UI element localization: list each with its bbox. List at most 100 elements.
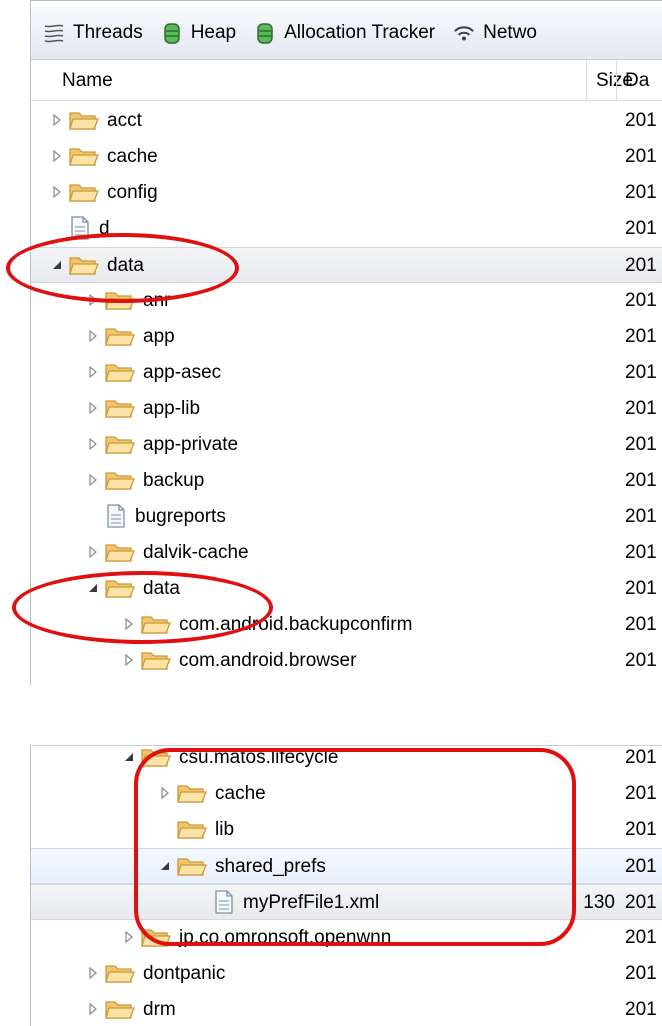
tree-row[interactable]: cache 201 <box>31 139 662 175</box>
file-icon <box>105 504 135 528</box>
folder-icon <box>105 468 135 492</box>
tree-row-label: data <box>107 255 144 276</box>
tree-row[interactable]: com.android.backupconfirm 201 <box>31 607 662 643</box>
tree-row[interactable]: data 201 <box>31 247 662 283</box>
tree-row-label: drm <box>143 999 176 1020</box>
tree-row[interactable]: app-private 201 <box>31 427 662 463</box>
tree-row[interactable]: app 201 <box>31 319 662 355</box>
expand-arrow-icon[interactable] <box>123 930 135 944</box>
tab-threads[interactable]: Threads <box>43 21 143 45</box>
tree-row[interactable]: d 201 <box>31 211 662 247</box>
column-date[interactable]: Da <box>625 70 649 92</box>
tree-row[interactable]: shared_prefs 201 <box>31 848 662 884</box>
tree-row-label: csu.matos.lifecycle <box>179 747 339 768</box>
tree-row[interactable]: myPrefFile1.xml 130 201 <box>31 884 662 920</box>
expand-arrow-icon[interactable] <box>87 1002 99 1016</box>
collapse-arrow-icon[interactable] <box>51 258 63 272</box>
expand-arrow-icon[interactable] <box>87 329 99 343</box>
tree-row-date: 201 <box>625 434 657 455</box>
tree-row-label: com.android.browser <box>179 650 357 671</box>
expand-arrow-icon[interactable] <box>87 293 99 307</box>
network-icon <box>453 21 475 45</box>
tree-row-date: 201 <box>625 218 657 239</box>
file-explorer-top: Threads Heap Allocation Tracker Netwo Na… <box>30 0 662 685</box>
tab-heap-label: Heap <box>190 22 237 43</box>
tree-row-date: 201 <box>625 362 657 383</box>
expand-arrow-icon[interactable] <box>87 437 99 451</box>
folder-icon <box>177 781 207 805</box>
expand-arrow-icon[interactable] <box>87 545 99 559</box>
tree-row-label: config <box>107 182 158 203</box>
tab-network[interactable]: Netwo <box>453 21 537 45</box>
tree-row[interactable]: backup 201 <box>31 463 662 499</box>
ddms-toolbar: Threads Heap Allocation Tracker Netwo <box>31 7 662 60</box>
tree-row[interactable]: acct 201 <box>31 103 662 139</box>
expand-arrow-icon[interactable] <box>51 113 63 127</box>
folder-icon <box>141 612 171 636</box>
tree-row-label: app-asec <box>143 362 222 383</box>
column-header: Name Size Da <box>31 60 662 101</box>
collapse-arrow-icon[interactable] <box>159 859 171 873</box>
tree-row-date: 201 <box>625 110 657 131</box>
tree-row[interactable]: dontpanic 201 <box>31 956 662 992</box>
folder-icon <box>177 854 207 878</box>
collapse-arrow-icon[interactable] <box>87 581 99 595</box>
tree-row-label: backup <box>143 470 205 491</box>
tree-row-label: myPrefFile1.xml <box>243 892 380 913</box>
tree-row-date: 201 <box>625 542 657 563</box>
expand-arrow-icon[interactable] <box>87 365 99 379</box>
column-divider[interactable] <box>616 60 617 100</box>
expand-arrow-icon[interactable] <box>87 473 99 487</box>
tree-row[interactable]: com.android.browser 201 <box>31 643 662 679</box>
tab-allocation-tracker-label: Allocation Tracker <box>284 22 436 43</box>
folder-icon <box>105 324 135 348</box>
expand-arrow-icon[interactable] <box>87 966 99 980</box>
expand-arrow-icon[interactable] <box>51 185 63 199</box>
folder-icon <box>69 253 99 277</box>
tree-row[interactable]: csu.matos.lifecycle 201 <box>31 746 662 776</box>
tree-row[interactable]: drm 201 <box>31 992 662 1026</box>
tree-row-label: jp.co.omronsoft.openwnn <box>179 927 392 948</box>
tree-row-label: cache <box>107 146 158 167</box>
expand-arrow-icon[interactable] <box>51 149 63 163</box>
tree-row[interactable]: data 201 <box>31 571 662 607</box>
expand-arrow-icon[interactable] <box>87 401 99 415</box>
tab-allocation-tracker[interactable]: Allocation Tracker <box>254 21 435 45</box>
column-name[interactable]: Name <box>62 70 113 92</box>
tree-row-date: 201 <box>625 999 657 1020</box>
folder-icon <box>69 180 99 204</box>
column-divider[interactable] <box>586 60 587 100</box>
expand-arrow-icon[interactable] <box>123 617 135 631</box>
tree-row[interactable]: config 201 <box>31 175 662 211</box>
tree-row-label: acct <box>107 110 142 131</box>
tree-row[interactable]: cache 201 <box>31 776 662 812</box>
tab-heap[interactable]: Heap <box>161 21 236 45</box>
tree-row-date: 201 <box>625 963 657 984</box>
tree-row[interactable]: jp.co.omronsoft.openwnn 201 <box>31 920 662 956</box>
tree-row[interactable]: dalvik-cache 201 <box>31 535 662 571</box>
tree-row-label: d <box>99 218 110 239</box>
tree-row-date: 201 <box>625 470 657 491</box>
file-icon <box>213 890 243 914</box>
expand-arrow-icon[interactable] <box>159 786 171 800</box>
tree-row[interactable]: bugreports 201 <box>31 499 662 535</box>
tree-row-date: 201 <box>625 146 657 167</box>
tree-row-date: 201 <box>625 927 657 948</box>
expand-arrow-icon[interactable] <box>123 653 135 667</box>
tree-row-label: app <box>143 326 175 347</box>
folder-icon <box>105 396 135 420</box>
folder-icon <box>105 961 135 985</box>
tree-row-label: cache <box>215 783 266 804</box>
folder-icon <box>105 540 135 564</box>
folder-icon <box>69 144 99 168</box>
tree-row-label: anr <box>143 290 171 311</box>
tree-row[interactable]: app-lib 201 <box>31 391 662 427</box>
file-explorer-bottom: csu.matos.lifecycle 201 cache 201 lib 201 shar… <box>30 745 662 1026</box>
collapse-arrow-icon[interactable] <box>123 750 135 764</box>
tree-row-label: bugreports <box>135 506 226 527</box>
tab-network-label: Netwo <box>483 22 537 43</box>
tree-row[interactable]: anr 201 <box>31 283 662 319</box>
tree-row[interactable]: app-asec 201 <box>31 355 662 391</box>
tree-row-date: 201 <box>625 892 657 913</box>
tree-row[interactable]: lib 201 <box>31 812 662 848</box>
